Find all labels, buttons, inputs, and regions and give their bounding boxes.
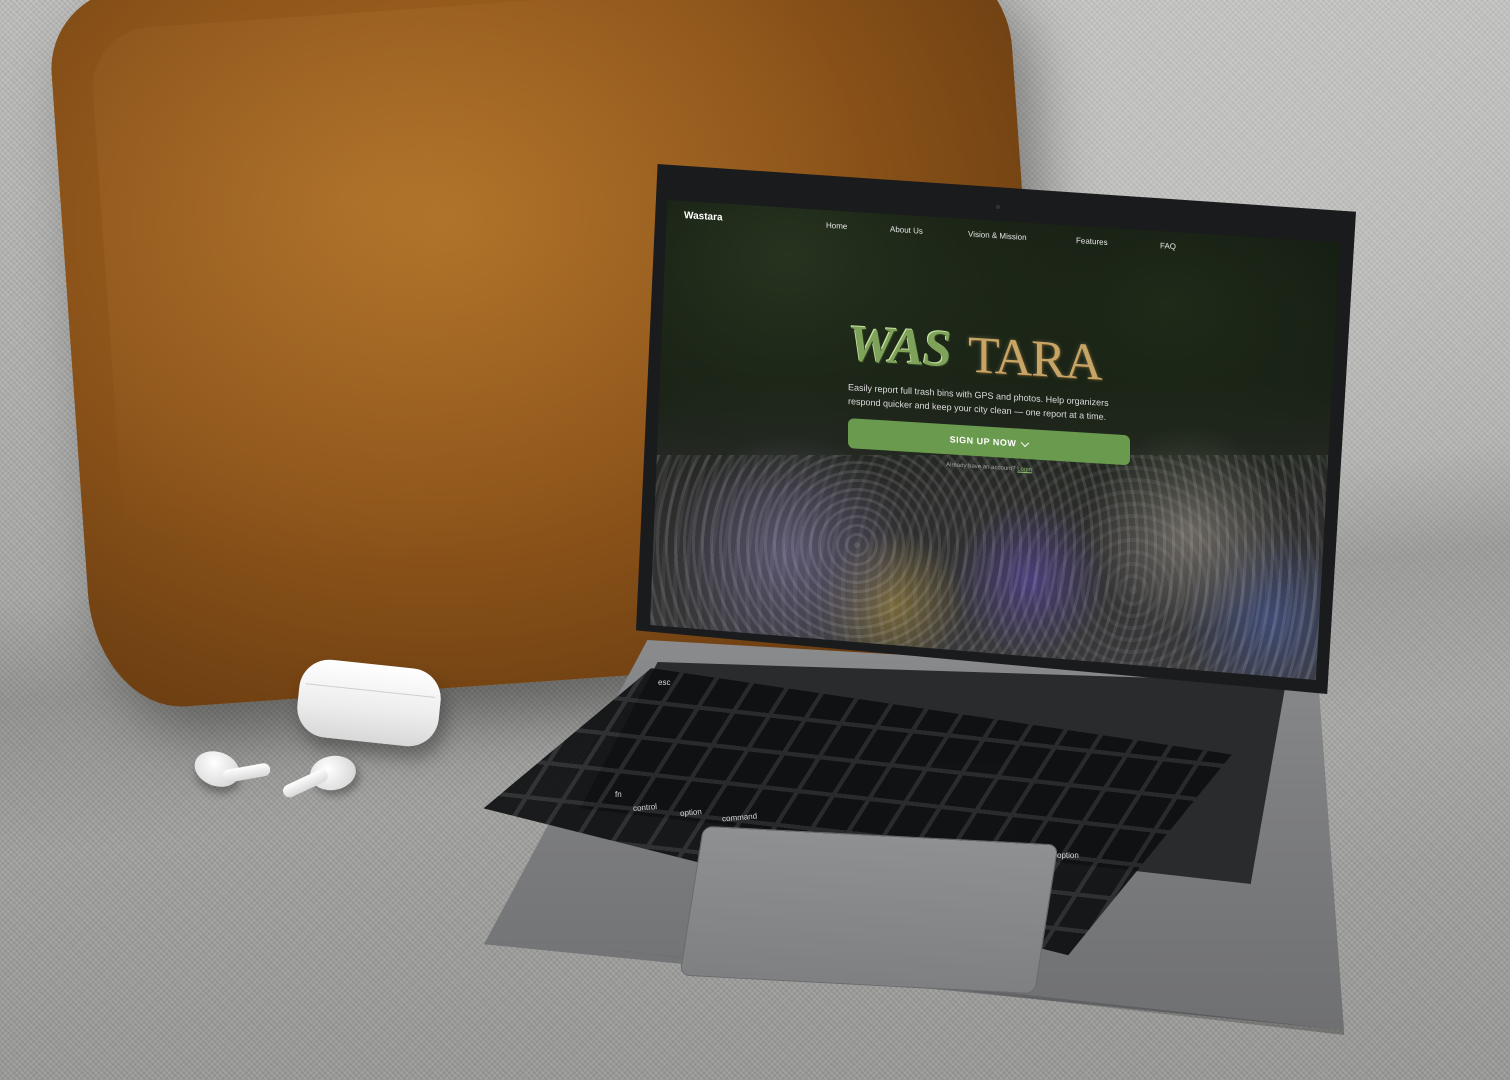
sign-up-label: SIGN UP NOW <box>949 434 1017 449</box>
login-prompt-text: Already have an account? <box>946 462 1016 473</box>
chevron-down-icon <box>1021 438 1030 447</box>
nav-about-us[interactable]: About Us <box>890 225 923 236</box>
laptop-screen: Wastara Home About Us Vision & Mission F… <box>650 200 1340 680</box>
trackpad <box>679 825 1059 995</box>
logo-was: WAS <box>848 315 951 379</box>
nav-vision-mission[interactable]: Vision & Mission <box>968 229 1027 242</box>
case-lid-line <box>305 683 436 698</box>
nav-home[interactable]: Home <box>826 221 847 231</box>
airpods-case <box>294 656 444 750</box>
logo-tara: TARA <box>968 326 1102 392</box>
nav-faq[interactable]: FAQ <box>1160 241 1176 251</box>
key-option-left: option <box>679 807 703 818</box>
login-link[interactable]: Login <box>1017 466 1032 473</box>
hero-section: WAS TARA Easily report full trash bins w… <box>848 314 1148 480</box>
brand-name[interactable]: Wastara <box>684 210 723 223</box>
key-fn: fn <box>615 790 622 799</box>
website: Wastara Home About Us Vision & Mission F… <box>650 200 1340 680</box>
nav-features[interactable]: Features <box>1076 236 1108 247</box>
key-esc: esc <box>658 678 671 687</box>
camera-icon <box>996 205 1000 209</box>
key-option-right: option <box>1057 851 1079 860</box>
